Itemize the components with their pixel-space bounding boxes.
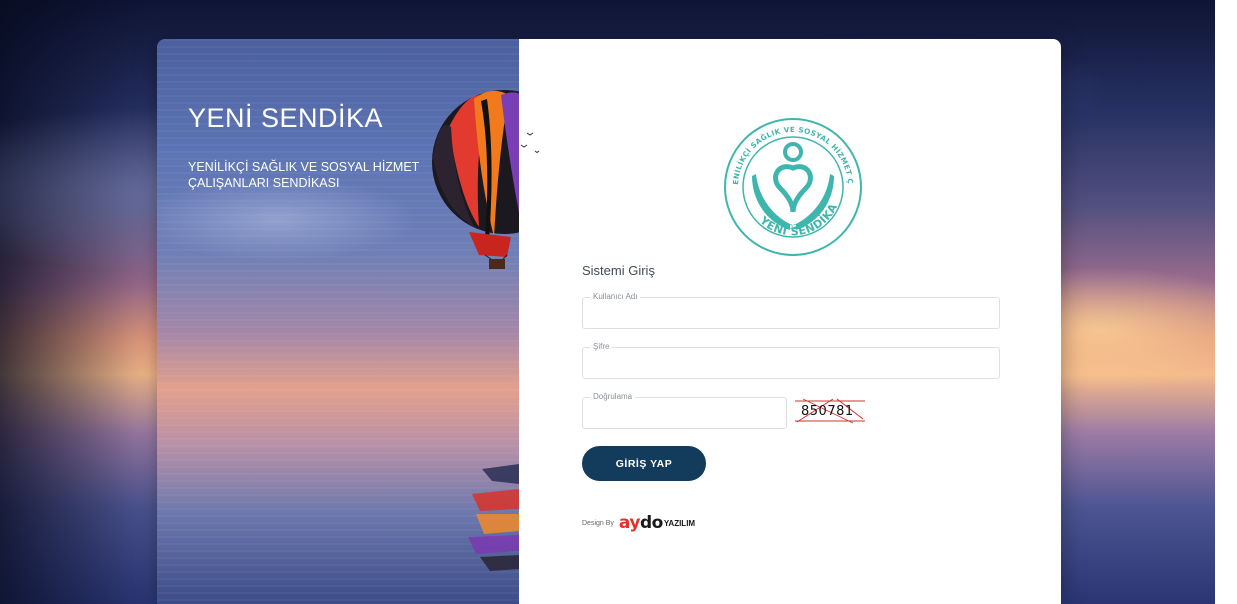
credit-suffix: YAZILIM	[663, 518, 696, 528]
login-button[interactable]: GİRİŞ YAP	[582, 446, 706, 481]
username-input[interactable]	[583, 298, 999, 328]
aydo-logo-a: a	[618, 513, 630, 533]
credit-prefix: Design By	[582, 519, 614, 527]
username-field[interactable]: Kullanıcı Adı	[582, 292, 1000, 329]
hero-panel: YENİ SENDİKA YENİLİKÇİ SAĞLIK VE SOSYAL …	[157, 39, 540, 604]
password-field[interactable]: Şifre	[582, 342, 1000, 379]
captcha-input[interactable]	[583, 398, 786, 428]
aydo-logo-y: y	[629, 513, 640, 533]
design-credit[interactable]: Design By aydo YAZILIM	[582, 513, 695, 533]
union-logo-icon: YENİLİKÇİ SAĞLIK VE SOSYAL HİZMET ÇALIŞA…	[718, 112, 862, 256]
password-input[interactable]	[583, 348, 999, 378]
brand-title: YENİ SENDİKA	[188, 103, 384, 133]
form-title: Sistemi Giriş	[582, 263, 655, 278]
captcha-label: Doğrulama	[590, 392, 636, 401]
username-label: Kullanıcı Adı	[590, 292, 641, 301]
brand-subtitle: YENİLİKÇİ SAĞLIK VE SOSYAL HİZMET ÇALIŞA…	[188, 160, 420, 190]
hot-air-balloon-icon	[432, 90, 519, 269]
captcha-image: 850781	[793, 397, 867, 425]
aydo-logo-do: do	[639, 513, 663, 533]
aydo-logo: aydo	[619, 513, 663, 533]
password-label: Şifre	[590, 342, 613, 351]
logo-year: 2022	[784, 223, 802, 231]
balloon-reflection-icon	[468, 464, 519, 571]
login-card: YENİ SENDİKA YENİLİKÇİ SAĞLIK VE SOSYAL …	[157, 39, 1061, 604]
login-form-panel: YENİLİKÇİ SAĞLIK VE SOSYAL HİZMET ÇALIŞA…	[519, 39, 1061, 604]
page-edge-strip	[1215, 0, 1237, 604]
captcha-field[interactable]: Doğrulama	[582, 392, 787, 429]
login-page: YENİ SENDİKA YENİLİKÇİ SAĞLIK VE SOSYAL …	[0, 0, 1237, 604]
captcha-code: 850781	[801, 404, 854, 419]
